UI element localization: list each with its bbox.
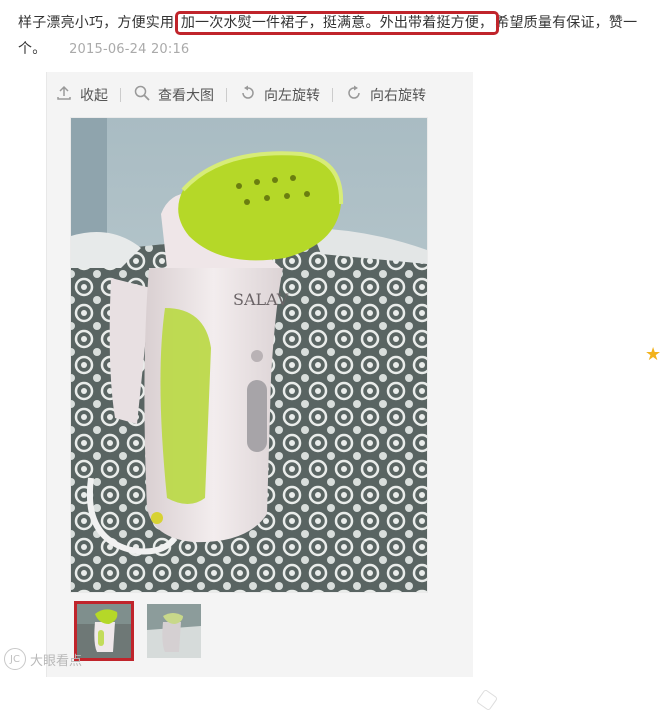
rotate-right-label: 向右旋转 bbox=[370, 88, 426, 104]
collapse-label: 收起 bbox=[80, 88, 108, 104]
rotate-right-button[interactable]: 向右旋转 bbox=[345, 84, 426, 106]
star-icon[interactable]: ★ bbox=[645, 344, 660, 365]
steam-iron-photo: SALAV bbox=[71, 118, 427, 592]
toolbar-divider bbox=[120, 88, 121, 102]
toolbar-divider bbox=[226, 88, 227, 102]
view-large-button[interactable]: 查看大图 bbox=[133, 84, 214, 106]
magnifier-icon bbox=[133, 84, 151, 106]
review-date: 2015-06-24 20:16 bbox=[69, 42, 190, 57]
rotate-left-button[interactable]: 向左旋转 bbox=[239, 84, 320, 106]
brand-text: SALAV bbox=[233, 290, 289, 309]
toolbar-divider bbox=[332, 88, 333, 102]
watermark-logo-icon: JC bbox=[4, 648, 26, 670]
rotate-right-icon bbox=[345, 84, 363, 106]
collapse-button[interactable]: 收起 bbox=[55, 84, 108, 106]
thumbnail-strip bbox=[74, 601, 201, 661]
review-text: 样子漂亮小巧，方便实用 加一次水熨一件裙子，挺满意。外出带着挺方便， 希望质量有保… bbox=[18, 10, 654, 63]
rotate-left-label: 向左旋转 bbox=[264, 88, 320, 104]
view-large-label: 查看大图 bbox=[158, 88, 214, 104]
corner-mark bbox=[475, 688, 499, 711]
thumbnail-2[interactable] bbox=[147, 604, 201, 658]
rotate-left-icon bbox=[239, 84, 257, 106]
watermark: JC 大眼看点 bbox=[4, 648, 82, 670]
review-text-before: 样子漂亮小巧，方便实用 bbox=[18, 15, 175, 31]
collapse-up-icon bbox=[55, 84, 73, 106]
image-viewer: 收起 查看大图 向左旋转 向右旋转 SALAV bbox=[46, 72, 499, 711]
watermark-text: 大眼看点 bbox=[30, 653, 83, 669]
viewer-toolbar: 收起 查看大图 向左旋转 向右旋转 bbox=[55, 82, 426, 108]
highlighted-review-phrase: 加一次水熨一件裙子，挺满意。外出带着挺方便， bbox=[174, 11, 500, 35]
thumbnail-1[interactable] bbox=[74, 601, 134, 661]
main-photo[interactable]: SALAV bbox=[71, 118, 427, 592]
